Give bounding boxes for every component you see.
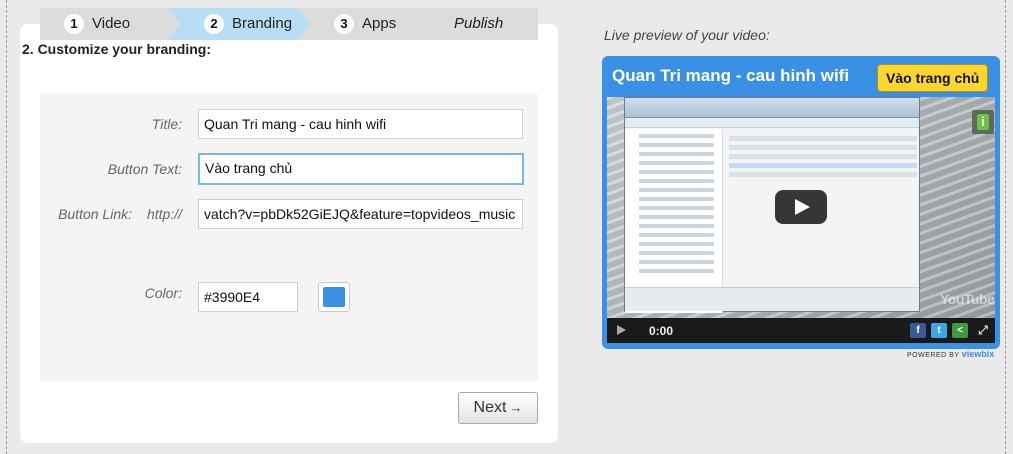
play-small-icon[interactable]	[617, 325, 626, 335]
right-dashed-border	[1005, 0, 1006, 454]
step-branding[interactable]: 2 Branding	[168, 8, 310, 40]
viewbix-logo[interactable]: viewbix	[962, 349, 995, 359]
left-dashed-border	[6, 0, 7, 454]
video-thumbnail-window	[624, 97, 920, 313]
color-picker-button[interactable]	[318, 282, 350, 312]
arrow-right-icon: →	[509, 400, 523, 415]
title-input[interactable]: Quan Tri mang - cau hinh wifi	[198, 109, 523, 139]
color-swatch	[323, 287, 345, 307]
step-apps[interactable]: 3 Apps	[298, 8, 440, 40]
color-label: Color:	[144, 285, 182, 301]
time-display: 0:00	[649, 324, 674, 338]
next-button[interactable]: Next →	[458, 392, 538, 424]
step-label: Publish	[454, 15, 504, 33]
button-link-input[interactable]: vatch?v=pbDk52GiEJQ&feature=topvideos_mu…	[198, 199, 523, 229]
player-title: Quan Tri mang - cau hinh wifi	[612, 66, 850, 85]
video-player-preview: Quan Tri mang - cau hinh wifi Vào trang …	[602, 56, 1000, 349]
section-heading: 2. Customize your branding:	[22, 41, 212, 57]
step-video[interactable]: 1 Video	[40, 8, 180, 40]
twitter-icon[interactable]: t	[931, 323, 947, 338]
youtube-watermark: YouTube	[940, 291, 995, 307]
step-label: Apps	[362, 15, 397, 33]
button-text-input[interactable]: Vào trang chủ	[198, 153, 524, 185]
play-icon[interactable]	[775, 190, 827, 224]
video-frame[interactable]: i YouTube 0:00 f t < ⤢	[607, 97, 995, 343]
button-link-prefix: http://	[146, 206, 182, 222]
step-number: 1	[64, 14, 84, 35]
title-label: Title:	[151, 116, 182, 132]
facebook-icon[interactable]: f	[910, 323, 926, 338]
powered-by: POWERED BY viewbix	[907, 349, 994, 359]
step-number: 3	[334, 14, 354, 35]
share-icon[interactable]: <	[952, 323, 968, 338]
step-number: 2	[204, 14, 224, 35]
branding-form: Title: Quan Tri mang - cau hinh wifi But…	[40, 94, 538, 381]
color-input[interactable]: #3990E4	[198, 282, 298, 312]
preview-label: Live preview of your video:	[604, 27, 770, 43]
step-label: Video	[92, 15, 131, 33]
button-text-label: Button Text:	[107, 161, 182, 177]
cta-button[interactable]: Vào trang chủ	[877, 64, 989, 92]
step-publish[interactable]: Publish	[428, 8, 538, 40]
info-icon[interactable]: i	[972, 110, 994, 134]
powered-by-text: POWERED BY	[907, 352, 960, 359]
fullscreen-icon[interactable]: ⤢	[975, 323, 991, 338]
next-label: Next	[473, 399, 507, 416]
wizard-steps: 1 Video 2 Branding 3 Apps Publish	[40, 8, 538, 40]
step-label: Branding	[232, 15, 293, 33]
player-controls: 0:00 f t < ⤢	[607, 318, 995, 343]
